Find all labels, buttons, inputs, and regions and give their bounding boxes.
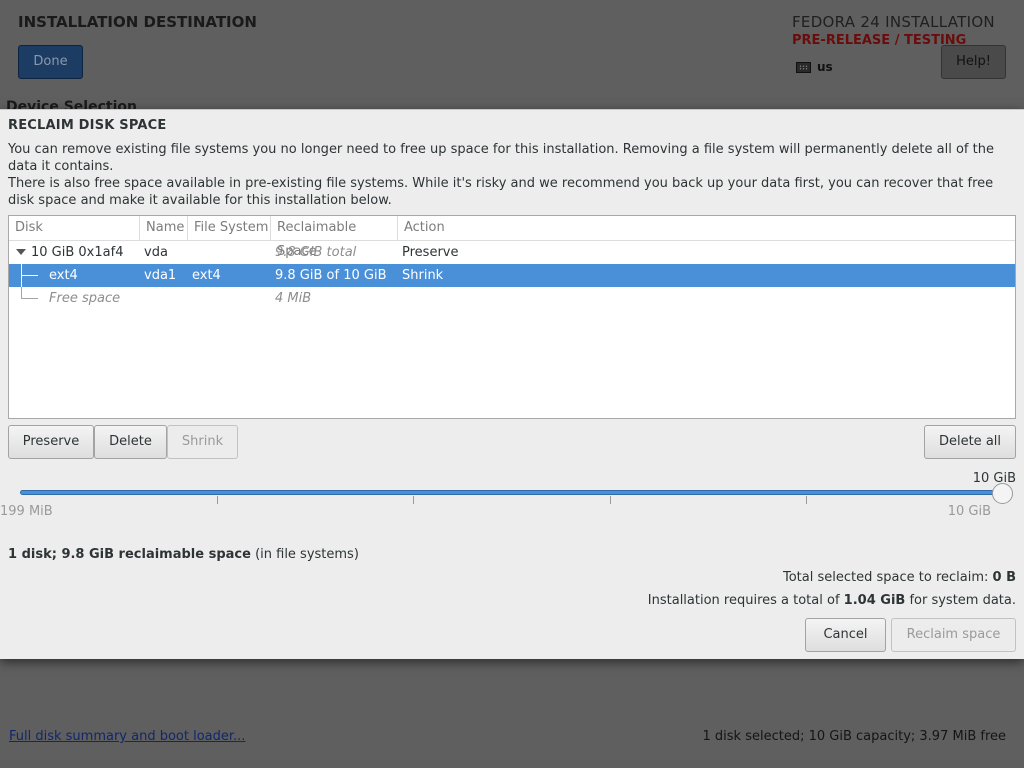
installation-requirement-line: Installation requires a total of 1.04 Gi… [648,593,1016,608]
summary-bold: 1 disk; 9.8 GiB reclaimable space [8,547,251,562]
page-title: INSTALLATION DESTINATION [18,13,257,31]
row-disk-label: ext4 [49,268,78,283]
reclaim-disk-space-dialog: RECLAIM DISK SPACE You can remove existi… [0,109,1024,659]
row-disk-label: Free space [49,291,121,306]
help-button[interactable]: Help! [941,45,1006,79]
row-action: Preserve [402,245,459,260]
row-reclaimable: 9.8 GiB of 10 GiB [275,268,387,283]
table-row-disk[interactable]: 10 GiB 0x1af4 vda 9.8 GiB total Preserve [9,241,1015,264]
slider-max-label: 10 GiB [947,504,991,519]
table-row-partition[interactable]: ext4 vda1 ext4 9.8 GiB of 10 GiB Shrink [9,264,1015,287]
dialog-description: You can remove existing file systems you… [8,142,994,174]
column-reclaimable-space[interactable]: Reclaimable Space [271,216,398,259]
column-file-system[interactable]: File System [188,216,271,240]
delete-all-button[interactable]: Delete all [924,425,1016,459]
requirement-prefix: Installation requires a total of [647,593,844,608]
table-row-free-space[interactable]: Free space 4 MiB [9,287,1015,310]
slider-tick [806,496,807,504]
reclaim-space-button[interactable]: Reclaim space [891,618,1016,652]
dialog-free-space-note: There is also free space available in pr… [8,176,994,208]
column-name[interactable]: Name [140,216,188,240]
tree-connector [21,275,38,276]
total-selected-value: 0 B [992,570,1016,585]
slider-min-label: 199 MiB [0,504,53,519]
product-title: FEDORA 24 INSTALLATION [792,13,995,31]
disk-status-summary: 1 disk selected; 10 GiB capacity; 3.97 M… [702,729,1006,744]
slider-current-value: 10 GiB [972,471,1016,486]
row-filesystem: ext4 [192,268,221,283]
row-name: vda1 [144,268,177,283]
total-selected-line: Total selected space to reclaim: 0 B [783,570,1016,585]
installation-destination-header: INSTALLATION DESTINATION Done FEDORA 24 … [0,0,1024,115]
slider-tick [217,496,218,504]
shrink-size-slider[interactable] [20,490,1004,495]
keyboard-icon [796,61,811,73]
full-disk-summary-link[interactable]: Full disk summary and boot loader... [9,729,245,744]
disk-table: Disk Name File System Reclaimable Space … [8,215,1016,419]
preserve-button[interactable]: Preserve [8,425,94,459]
requirement-value: 1.04 GiB [843,593,906,608]
row-action: Shrink [402,268,444,283]
shrink-button[interactable]: Shrink [167,425,238,459]
row-name: vda [144,245,168,260]
slider-handle[interactable] [992,483,1013,504]
slider-tick [413,496,414,504]
dialog-title: RECLAIM DISK SPACE [8,118,167,133]
prerelease-banner: PRE-RELEASE / TESTING [792,33,967,48]
column-disk[interactable]: Disk [9,216,140,240]
cancel-button[interactable]: Cancel [805,618,886,652]
done-button[interactable]: Done [18,45,83,79]
delete-button[interactable]: Delete [94,425,167,459]
keyboard-layout-indicator[interactable]: us [796,60,833,74]
tree-connector [21,298,38,299]
table-header: Disk Name File System Reclaimable Space … [9,216,1015,259]
summary-rest: (in file systems) [250,547,359,562]
row-reclaimable: 4 MiB [275,291,312,306]
slider-tick [610,496,611,504]
requirement-suffix: for system data. [905,593,1016,608]
row-reclaimable: 9.8 GiB total [275,245,357,260]
reclaimable-summary: 1 disk; 9.8 GiB reclaimable space (in fi… [8,547,359,562]
collapse-arrow-icon[interactable] [16,249,26,255]
column-action[interactable]: Action [398,216,1015,240]
row-disk-label: 10 GiB 0x1af4 [31,245,124,260]
total-selected-label: Total selected space to reclaim: [782,570,993,585]
keyboard-layout-label: us [817,60,833,74]
